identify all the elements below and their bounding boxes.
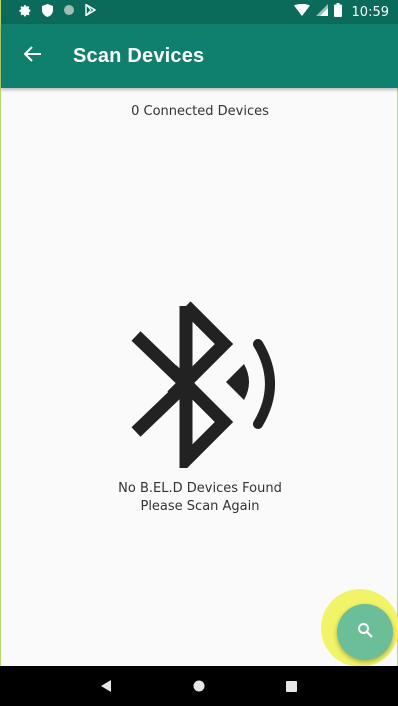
settings-icon	[19, 4, 32, 21]
shield-icon	[42, 3, 53, 21]
wifi-icon	[293, 3, 310, 20]
status-bar-left	[19, 3, 97, 21]
back-triangle-icon	[101, 677, 112, 696]
home-circle-icon	[193, 677, 205, 696]
system-nav-bar	[0, 666, 398, 706]
scan-button[interactable]	[337, 604, 393, 660]
search-icon	[357, 622, 373, 642]
empty-message: No B.EL.D Devices Found Please Scan Agai…	[1, 480, 398, 516]
status-bar: 10:59	[1, 0, 398, 24]
status-bar-right: 10:59	[293, 3, 389, 21]
play-store-icon	[85, 3, 97, 20]
circle-icon	[63, 4, 75, 20]
nav-back-button[interactable]	[90, 670, 122, 702]
empty-message-line1: No B.EL.D Devices Found	[118, 481, 282, 496]
back-button[interactable]	[5, 24, 61, 88]
battery-icon	[333, 3, 342, 21]
recents-square-icon	[286, 677, 298, 696]
nav-recents-button[interactable]	[276, 670, 308, 702]
connected-count: 0 Connected Devices	[131, 104, 269, 119]
empty-message-line2: Please Scan Again	[140, 499, 260, 514]
page-title: Scan Devices	[73, 44, 205, 67]
screen: 10:59 Scan Devices 0 Connected Devices N…	[0, 0, 398, 706]
signal-icon	[315, 4, 328, 20]
app-bar: Scan Devices	[1, 24, 398, 88]
bluetooth-searching-icon	[126, 300, 286, 476]
clock: 10:59	[351, 4, 389, 20]
arrow-left-icon	[23, 46, 42, 66]
nav-home-button[interactable]	[183, 670, 215, 702]
